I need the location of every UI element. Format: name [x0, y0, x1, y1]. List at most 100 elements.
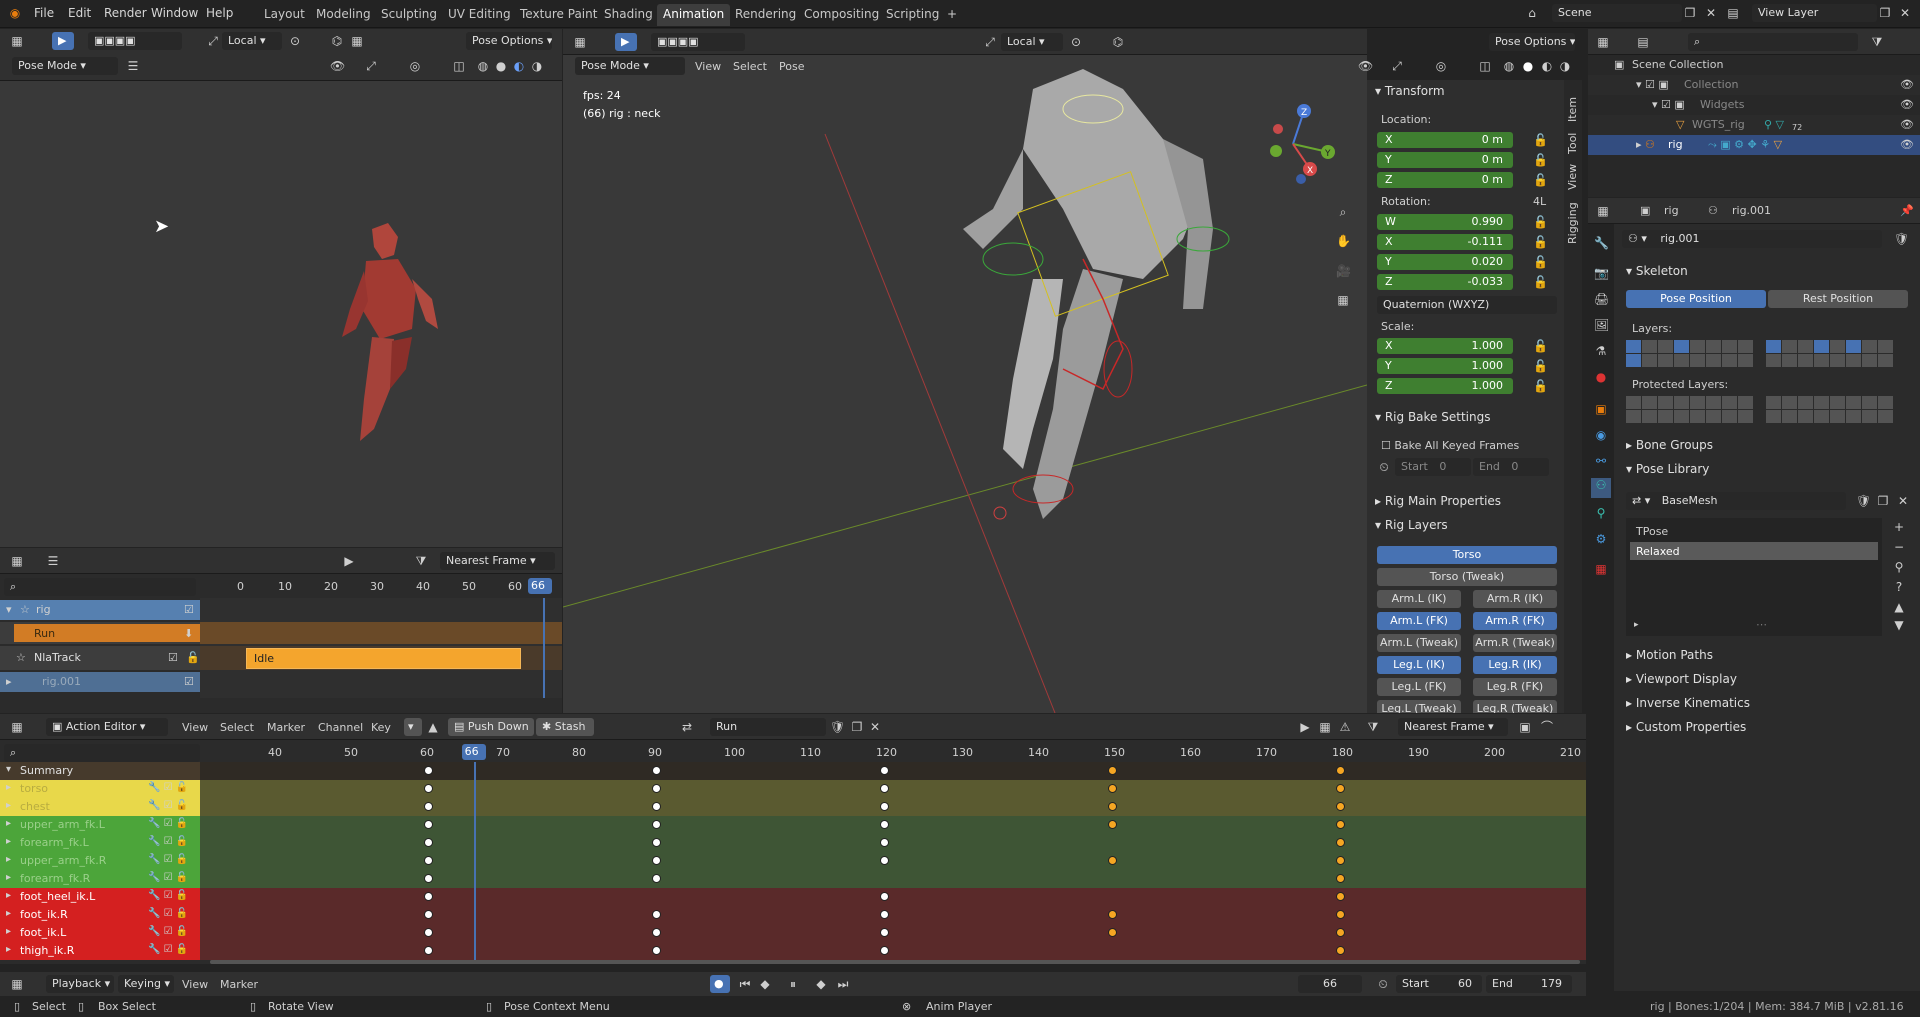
bone-groups-header[interactable]: ▸ Bone Groups — [1626, 438, 1713, 452]
keyframe[interactable] — [880, 856, 889, 865]
rig-layers-header[interactable]: ▾ Rig Layers — [1375, 518, 1448, 532]
bone-layers-grid[interactable] — [1626, 340, 1910, 368]
layer-toggle[interactable] — [1782, 410, 1797, 423]
view-layer-selector[interactable]: View Layer — [1752, 4, 1877, 22]
layer-arm-l-ik-button[interactable]: Arm.L (IK) — [1377, 590, 1461, 608]
nla-track-rig[interactable]: ▾ ☆ rig ☑ — [0, 600, 200, 620]
rotation-x-field[interactable]: X -0.111 — [1377, 234, 1513, 250]
layer-toggle[interactable] — [1626, 354, 1641, 367]
layer-toggle[interactable] — [1642, 354, 1657, 367]
layer-arm-l-tweak-button[interactable]: Arm.L (Tweak) — [1377, 634, 1461, 652]
layer-leg-r-ik-button[interactable]: Leg.R (IK) — [1473, 656, 1557, 674]
rotation-z-field[interactable]: Z -0.033 — [1377, 274, 1513, 290]
menu-select[interactable]: Select — [220, 721, 254, 734]
select-tool-button[interactable]: ▶ — [52, 32, 74, 50]
pose-library-header[interactable]: ▾ Pose Library — [1626, 462, 1709, 476]
layer-toggle[interactable] — [1642, 340, 1657, 353]
channel-row[interactable]: forearm_fk.L ▸ 🔧 ☑ 🔓 — [0, 834, 200, 852]
channel-row[interactable]: foot_ik.L ▸ 🔧 ☑ 🔓 — [0, 924, 200, 942]
outliner-row[interactable]: ▽ WGTS_rig ⚲ ▽ 72 👁 — [1588, 115, 1920, 135]
checkbox-icon[interactable]: ☑ — [184, 675, 194, 688]
layer-toggle[interactable] — [1738, 340, 1753, 353]
scale-y-field[interactable]: Y 1.000 — [1377, 358, 1513, 374]
lock-icon[interactable]: 🔓 — [1533, 339, 1548, 353]
layer-leg-l-ik-button[interactable]: Leg.L (IK) — [1377, 656, 1461, 674]
menu-help[interactable]: Help — [206, 6, 233, 20]
layer-toggle[interactable] — [1846, 396, 1861, 409]
nla-track-rig001[interactable]: ▸ rig.001 ☑ — [0, 672, 200, 692]
layer-toggle[interactable] — [1846, 354, 1861, 367]
hidden-icon[interactable]: ▦ — [1318, 720, 1332, 734]
layer-toggle[interactable] — [1862, 396, 1877, 409]
layer-toggle[interactable] — [1690, 340, 1705, 353]
layer-toggle[interactable] — [1642, 396, 1657, 409]
layer-toggle[interactable] — [1626, 396, 1641, 409]
bake-start-field[interactable]: Start 0 — [1395, 458, 1471, 476]
rest-position-button[interactable]: Rest Position — [1768, 290, 1908, 308]
tab-texture-paint[interactable]: Texture Paint — [514, 4, 603, 26]
keyframe[interactable] — [652, 802, 661, 811]
keyframe[interactable] — [1108, 910, 1117, 919]
nla-strip-area[interactable]: Idle — [200, 598, 562, 698]
nla-strip-idle[interactable]: Idle — [246, 648, 521, 669]
outliner-row-rig[interactable]: ▸ ⚇ rig ⤳ ▣ ⚙ ✥ ⚘ ▽ 👁 — [1588, 135, 1920, 155]
tab-rendering[interactable]: Rendering — [729, 4, 802, 26]
proportional-icon[interactable]: ▣ — [1518, 720, 1532, 734]
tab-scripting[interactable]: Scripting — [880, 4, 945, 26]
scale-z-field[interactable]: Z 1.000 — [1377, 378, 1513, 394]
keyframe[interactable] — [1336, 802, 1345, 811]
editor-type-icon[interactable]: ▦ — [10, 720, 24, 734]
channel-row[interactable]: forearm_fk.R ▸ 🔧 ☑ 🔓 — [0, 870, 200, 888]
fake-user-icon[interactable]: 🛡 — [830, 720, 845, 734]
armature-datablock-selector[interactable]: ⚇ ▾ rig.001 — [1622, 230, 1882, 248]
action-datablock-selector[interactable]: Run — [710, 718, 826, 736]
tab-layout[interactable]: Layout — [258, 4, 311, 26]
keyframe[interactable] — [652, 856, 661, 865]
pause-icon[interactable]: ⏸ — [786, 977, 800, 991]
keyframe[interactable] — [880, 802, 889, 811]
eye-icon[interactable]: 👁 — [1900, 78, 1914, 91]
layer-toggle[interactable] — [1722, 340, 1737, 353]
pose-item-relaxed[interactable]: Relaxed — [1630, 542, 1878, 560]
material-shading-icon[interactable]: ◐ — [1540, 59, 1554, 73]
layer-toggle[interactable] — [1798, 354, 1813, 367]
layer-toggle[interactable] — [1862, 410, 1877, 423]
lock-icon[interactable]: 🔓 — [1533, 153, 1548, 167]
overlay-icon[interactable]: ◎ — [1434, 59, 1448, 73]
channel-keyframe-row[interactable] — [200, 762, 1586, 780]
rotation-mode-dropdown[interactable]: Quaternion (WXYZ) — [1377, 296, 1557, 314]
list-resize-handle[interactable]: ⋯ — [1756, 618, 1767, 631]
keyframe[interactable] — [1108, 802, 1117, 811]
tab-rigging[interactable]: Rigging — [1566, 202, 1579, 244]
lock-icon[interactable]: 🔓 — [1533, 173, 1548, 187]
keyframe[interactable] — [1108, 784, 1117, 793]
layer-toggle[interactable] — [1782, 396, 1797, 409]
channel-row[interactable]: upper_arm_fk.R ▸ 🔧 ☑ 🔓 — [0, 852, 200, 870]
add-workspace-icon[interactable]: + — [945, 7, 959, 21]
layer-toggle[interactable] — [1830, 354, 1845, 367]
expand-arrow-icon[interactable]: ▸ — [6, 926, 11, 937]
pose-options-dropdown[interactable]: Pose Options ▾ — [466, 32, 552, 50]
layer-toggle[interactable] — [1722, 410, 1737, 423]
n-panel[interactable]: ▾ Transform Location: X0 m Y0 m Z0 m 🔓 🔓… — [1367, 80, 1564, 713]
stash-button[interactable]: ✱ Stash — [536, 718, 594, 736]
action-editor[interactable]: ▦ ▣ Action Editor ▾ View Select Marker C… — [0, 714, 1586, 964]
menu-key[interactable]: Key — [371, 721, 391, 734]
layer-leg-r-tweak-button[interactable]: Leg.R (Tweak) — [1473, 700, 1557, 713]
blender-logo-icon[interactable]: ◉ — [8, 6, 22, 20]
channel-search-input[interactable]: ⌕ — [4, 744, 200, 762]
playback-menu[interactable]: Playback ▾ — [46, 975, 114, 993]
keyframe[interactable] — [652, 874, 661, 883]
keyframe[interactable] — [1336, 784, 1345, 793]
channel-toggle-icons[interactable]: 🔧 ☑ 🔓 — [148, 944, 188, 955]
transform-orientation-icon[interactable]: ⤢ — [206, 34, 220, 48]
rendered-shading-icon[interactable]: ◑ — [1558, 59, 1572, 73]
gizmo-icon[interactable]: ⤢ — [1390, 59, 1404, 73]
keyframe[interactable] — [880, 784, 889, 793]
expand-arrow-icon[interactable]: ▾ — [6, 764, 11, 775]
layer-toggle[interactable] — [1830, 340, 1845, 353]
hamburger-menu-icon[interactable]: ☰ — [126, 59, 140, 73]
layer-toggle[interactable] — [1766, 354, 1781, 367]
nla-search-input[interactable]: ⌕ — [4, 578, 196, 596]
jump-start-icon[interactable]: ⏮ — [738, 977, 752, 991]
